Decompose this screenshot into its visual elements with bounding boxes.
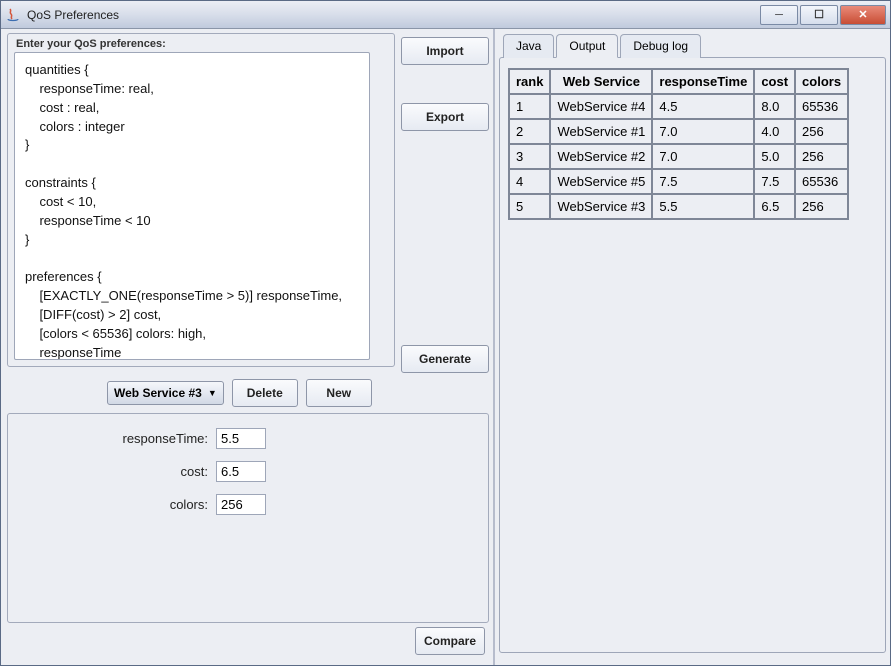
content-area: Enter your QoS preferences: quantities {… bbox=[1, 29, 890, 665]
form-input[interactable] bbox=[216, 494, 266, 515]
output-table: rankWeb ServiceresponseTimecostcolors1We… bbox=[508, 68, 849, 220]
output-tab-body: rankWeb ServiceresponseTimecostcolors1We… bbox=[499, 57, 886, 653]
delete-button[interactable]: Delete bbox=[232, 379, 298, 407]
table-cell: 4 bbox=[509, 169, 550, 194]
table-cell: WebService #4 bbox=[550, 94, 652, 119]
table-cell: 7.5 bbox=[652, 169, 754, 194]
export-button[interactable]: Export bbox=[401, 103, 489, 131]
table-row: 3WebService #27.05.0256 bbox=[509, 144, 848, 169]
service-dropdown-label: Web Service #3 bbox=[114, 386, 202, 400]
table-cell: 4.5 bbox=[652, 94, 754, 119]
service-details-panel: responseTime: cost: colors: bbox=[7, 413, 489, 623]
table-header-cell: rank bbox=[509, 69, 550, 94]
table-header-cell: colors bbox=[795, 69, 848, 94]
window-controls: ─ ☐ ✕ bbox=[760, 5, 886, 25]
table-cell: 7.0 bbox=[652, 119, 754, 144]
table-cell: 2 bbox=[509, 119, 550, 144]
table-cell: 7.5 bbox=[754, 169, 795, 194]
form-input[interactable] bbox=[216, 428, 266, 449]
table-header-cell: Web Service bbox=[550, 69, 652, 94]
table-row: 4WebService #57.57.565536 bbox=[509, 169, 848, 194]
table-cell: 7.0 bbox=[652, 144, 754, 169]
compare-button[interactable]: Compare bbox=[415, 627, 485, 655]
table-row: 2WebService #17.04.0256 bbox=[509, 119, 848, 144]
table-cell: 256 bbox=[795, 194, 848, 219]
table-header-cell: cost bbox=[754, 69, 795, 94]
compare-row: Compare bbox=[7, 623, 489, 661]
preferences-textarea[interactable]: quantities { responseTime: real, cost : … bbox=[14, 52, 370, 360]
form-row: cost: bbox=[18, 461, 478, 482]
close-button[interactable]: ✕ bbox=[840, 5, 886, 25]
table-cell: 256 bbox=[795, 144, 848, 169]
tab-output[interactable]: Output bbox=[556, 34, 618, 58]
table-cell: WebService #5 bbox=[550, 169, 652, 194]
table-cell: WebService #3 bbox=[550, 194, 652, 219]
generate-button[interactable]: Generate bbox=[401, 345, 489, 373]
table-row: 1WebService #44.58.065536 bbox=[509, 94, 848, 119]
table-header-row: rankWeb ServiceresponseTimecostcolors bbox=[509, 69, 848, 94]
service-toolbar: Web Service #3 ▼ Delete New bbox=[7, 373, 489, 413]
tab-debug-log[interactable]: Debug log bbox=[620, 34, 701, 58]
table-cell: 65536 bbox=[795, 94, 848, 119]
import-button[interactable]: Import bbox=[401, 37, 489, 65]
app-window: QoS Preferences ─ ☐ ✕ Enter your QoS pre… bbox=[0, 0, 891, 666]
table-cell: 5.5 bbox=[652, 194, 754, 219]
preferences-legend: Enter your QoS preferences: bbox=[14, 38, 168, 50]
table-cell: 4.0 bbox=[754, 119, 795, 144]
new-button[interactable]: New bbox=[306, 379, 372, 407]
right-pane: JavaOutputDebug log rankWeb Servicerespo… bbox=[495, 29, 890, 665]
table-header-cell: responseTime bbox=[652, 69, 754, 94]
window-title: QoS Preferences bbox=[27, 8, 760, 22]
preferences-groupbox: Enter your QoS preferences: quantities {… bbox=[7, 33, 395, 367]
form-row: responseTime: bbox=[18, 428, 478, 449]
left-pane: Enter your QoS preferences: quantities {… bbox=[1, 29, 495, 665]
side-button-column: Import Export Generate bbox=[401, 33, 489, 373]
table-cell: 5.0 bbox=[754, 144, 795, 169]
table-cell: WebService #1 bbox=[550, 119, 652, 144]
service-dropdown[interactable]: Web Service #3 ▼ bbox=[107, 381, 224, 405]
chevron-down-icon: ▼ bbox=[208, 388, 217, 398]
table-cell: 65536 bbox=[795, 169, 848, 194]
table-cell: 8.0 bbox=[754, 94, 795, 119]
form-row: colors: bbox=[18, 494, 478, 515]
form-label: colors: bbox=[18, 497, 208, 512]
titlebar: QoS Preferences ─ ☐ ✕ bbox=[1, 1, 890, 29]
table-cell: WebService #2 bbox=[550, 144, 652, 169]
tab-java[interactable]: Java bbox=[503, 34, 554, 58]
maximize-button[interactable]: ☐ bbox=[800, 5, 838, 25]
table-cell: 3 bbox=[509, 144, 550, 169]
form-input[interactable] bbox=[216, 461, 266, 482]
table-cell: 5 bbox=[509, 194, 550, 219]
editor-row: Enter your QoS preferences: quantities {… bbox=[7, 33, 489, 373]
form-label: responseTime: bbox=[18, 431, 208, 446]
table-cell: 256 bbox=[795, 119, 848, 144]
table-cell: 1 bbox=[509, 94, 550, 119]
table-row: 5WebService #35.56.5256 bbox=[509, 194, 848, 219]
form-label: cost: bbox=[18, 464, 208, 479]
minimize-button[interactable]: ─ bbox=[760, 5, 798, 25]
table-cell: 6.5 bbox=[754, 194, 795, 219]
tabs: JavaOutputDebug log bbox=[503, 33, 886, 57]
java-icon bbox=[5, 7, 21, 23]
